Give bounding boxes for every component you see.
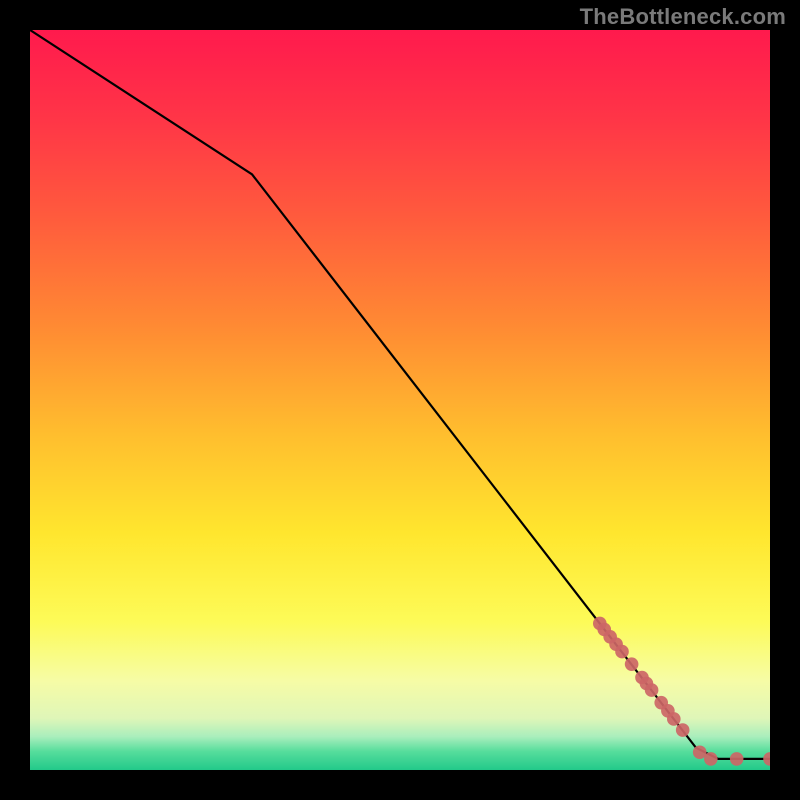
scatter-point	[730, 752, 744, 766]
watermark-text: TheBottleneck.com	[580, 4, 786, 30]
scatter-point	[645, 683, 659, 697]
chart-svg	[30, 30, 770, 770]
scatter-point	[615, 645, 629, 659]
scatter-point	[667, 712, 681, 726]
scatter-point	[676, 723, 690, 737]
chart-frame: TheBottleneck.com	[0, 0, 800, 800]
scatter-point	[625, 657, 639, 671]
plot-area	[30, 30, 770, 770]
scatter-point	[704, 752, 718, 766]
